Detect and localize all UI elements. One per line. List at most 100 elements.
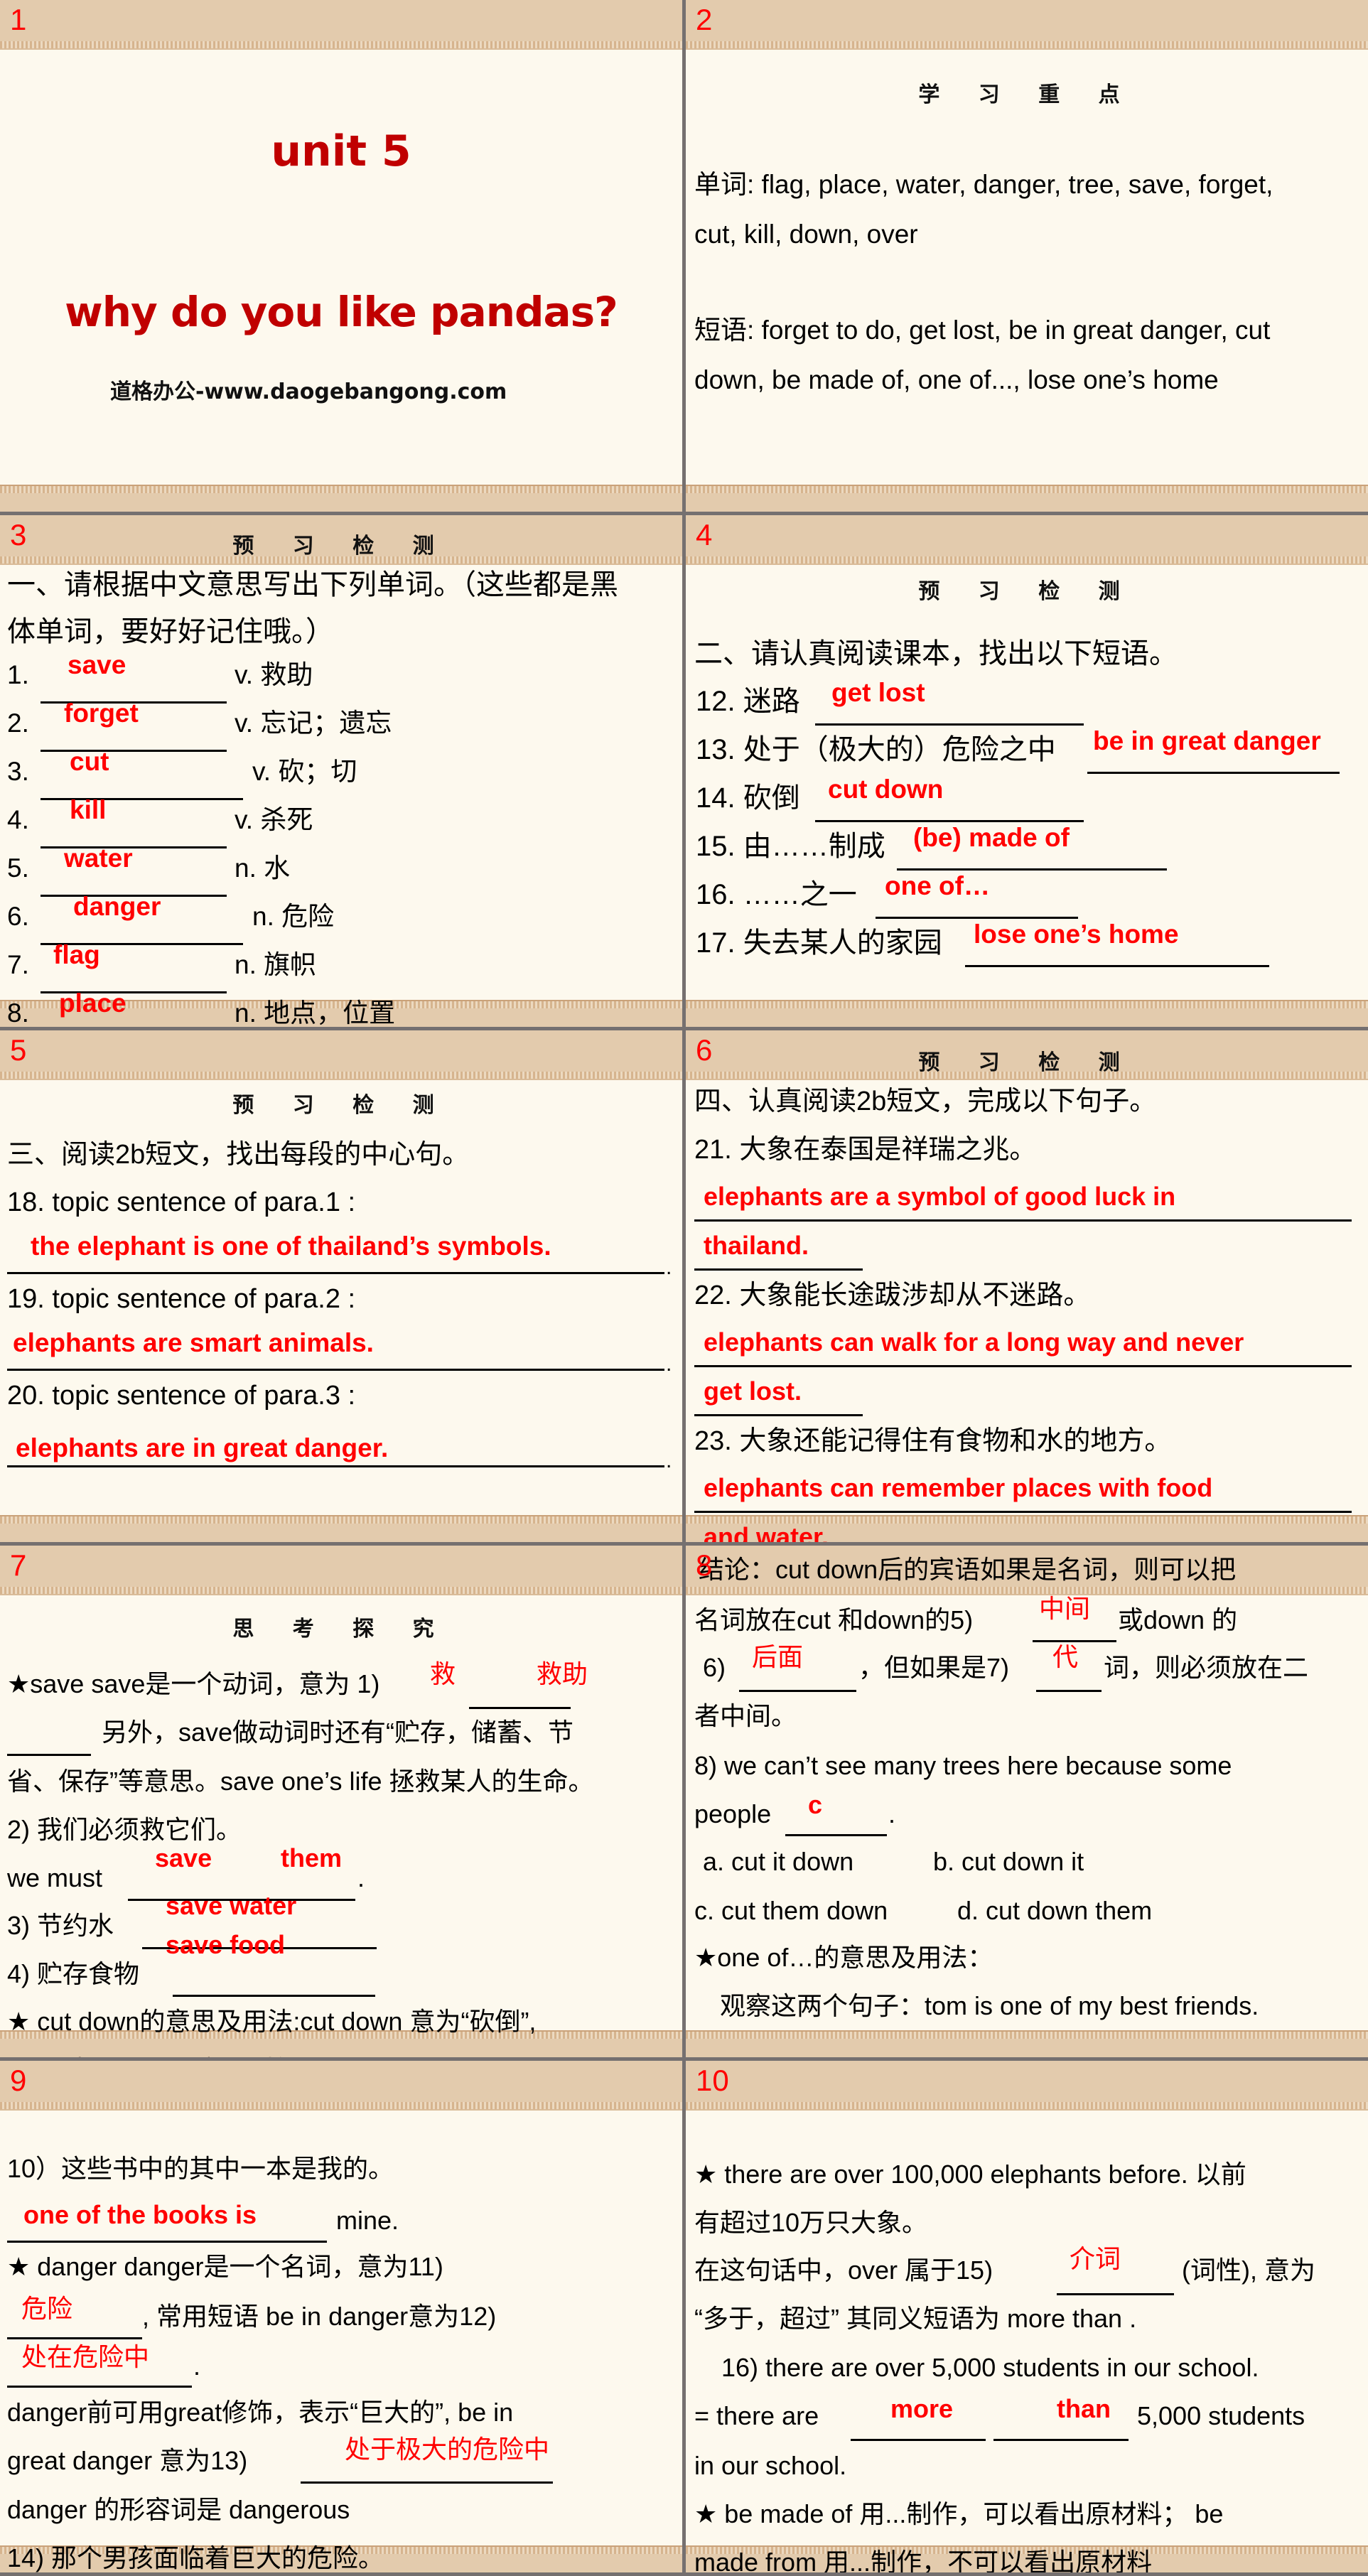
question-16-line: 16) there are over 5,000 students in our…	[721, 2353, 1259, 2382]
conclusion-line-1: 结论：cut down后的宾语如果是名词，则可以把	[699, 1555, 1237, 1584]
phrase-prompt: 14. 砍倒	[696, 782, 800, 814]
slide-4[interactable]: 4 预 习 检 测 二、请认真阅读课本，找出以下短语。 12. 迷路 get lo…	[686, 515, 1368, 1027]
unit-title: unit 5	[271, 126, 411, 176]
item-number: 1.	[7, 660, 29, 689]
top-band	[0, 1030, 682, 1080]
slide-heading: 预 习 检 测	[918, 1050, 1136, 1075]
blank-1b[interactable]	[7, 1754, 91, 1756]
answer-blank[interactable]	[694, 1268, 863, 1271]
great-danger-line-1: danger前可用great修饰，表示“巨大的”, be in	[7, 2398, 514, 2427]
answer-blank[interactable]	[7, 1272, 664, 1274]
slide-heading: 预 习 检 测	[232, 534, 450, 559]
slide-9[interactable]: 9 10）这些书中的其中一本是我的。 one of the books is m…	[0, 2061, 682, 2572]
slide-heading: 学 习 重 点	[918, 82, 1136, 107]
answer-2a: save	[155, 1843, 212, 1872]
topic-prompt: 18. topic sentence of para.1 :	[7, 1187, 356, 1217]
meaning: n. 危险	[252, 902, 335, 931]
slide-number: 9	[10, 2064, 27, 2097]
slide-number: 7	[10, 1548, 27, 1582]
answer-blank[interactable]	[41, 750, 227, 752]
answer-line-2: thailand.	[704, 1231, 809, 1260]
answer-blank[interactable]	[694, 1219, 1352, 1222]
option-b[interactable]: b. cut down it	[933, 1848, 1084, 1876]
conclusion-line-2a: 名词放在cut 和down的5)	[694, 1605, 974, 1634]
cut-down-line-1: ★ cut down的意思及用法:cut down 意为“砍倒”,	[7, 2007, 537, 2036]
made-of-line-2: made from 用...制作，不可以看出原材料	[694, 2548, 1153, 2572]
slide-1[interactable]: 1 unit 5 why do you like pandas? 道格办公-ww…	[0, 0, 682, 512]
blank-16a[interactable]	[851, 2439, 986, 2441]
period: .	[666, 1449, 672, 1472]
blank-4[interactable]	[173, 1995, 375, 1997]
slide-number: 4	[696, 518, 713, 551]
answer-5: 中间	[1039, 1595, 1091, 1624]
answer: water	[64, 844, 133, 873]
topic-prompt: 19. topic sentence of para.2 :	[7, 1284, 356, 1314]
danger-definition: ★ danger danger是一个名词，意为11)	[7, 2252, 443, 2281]
key-words-line-1: 单词: flag, place, water, danger, tree, sa…	[694, 170, 1273, 199]
answer-blank[interactable]	[7, 1369, 664, 1371]
website-footer[interactable]: 道格办公-www.daogebangong.com	[110, 380, 507, 404]
answer-line-2: get lost.	[704, 1376, 802, 1406]
answer: flag	[53, 940, 100, 969]
period: .	[666, 1256, 672, 1279]
option-c[interactable]: c. cut them down	[694, 1897, 888, 1925]
answer-blank[interactable]	[815, 820, 1084, 822]
conclusion-line-3a: 6)	[703, 1653, 726, 1682]
blank-12[interactable]	[7, 2386, 192, 2388]
slide-10[interactable]: 10 ★ there are over 100,000 elephants be…	[686, 2061, 1368, 2572]
answer: cut	[70, 747, 109, 776]
blank-6[interactable]	[739, 1690, 856, 1692]
question-2-lead: we must	[7, 1863, 103, 1892]
slide-number: 1	[10, 3, 27, 36]
question-16-line-3: in our school.	[694, 2451, 847, 2480]
blank-15[interactable]	[1057, 2293, 1174, 2295]
question-16-lead: = there are	[694, 2401, 819, 2430]
one-of-example-1: 观察这两个句子：tom is one of my best friends.	[720, 1991, 1259, 2020]
answer-blank[interactable]	[1087, 772, 1340, 774]
answer-blank[interactable]	[876, 917, 1078, 919]
blank-5[interactable]	[1033, 1640, 1116, 1642]
slide-3[interactable]: 3 预 习 检 测 一、请根据中文意思写出下列单词。（这些都是黑 体单词，要好好…	[0, 515, 682, 1027]
slide-number: 10	[696, 2064, 729, 2097]
answer-blank[interactable]	[897, 868, 1167, 871]
answer-4: save food	[166, 1930, 286, 1959]
phrase-answer: get lost	[831, 678, 925, 707]
answer-blank[interactable]	[965, 965, 1269, 967]
slide-8[interactable]: 8 结论：cut down后的宾语如果是名词，则可以把 名词放在cut 和dow…	[686, 1546, 1368, 2057]
answer-1a: 救	[430, 1660, 456, 1689]
synonym-line: “多于，超过” 其同义短语为 more than .	[694, 2304, 1137, 2333]
answer-blank[interactable]	[694, 1511, 1352, 1513]
blank-8[interactable]	[785, 1834, 887, 1836]
sentence-prompt: 22. 大象能长途跋涉却从不迷路。	[694, 1281, 1091, 1310]
bottom-band	[0, 485, 682, 512]
answer-blank[interactable]	[694, 1414, 863, 1416]
blank-7[interactable]	[1036, 1690, 1102, 1692]
answer-1b: 救助	[537, 1660, 588, 1689]
slide-number: 2	[696, 3, 713, 36]
phrase-answer: one of…	[885, 871, 990, 900]
over-line-1: ★ there are over 100,000 elephants befor…	[694, 2160, 1246, 2189]
slide-7[interactable]: 7 思 考 探 究 ★save save是一个动词，意为 1) 救 救助 另外，…	[0, 1546, 682, 2057]
blank-11[interactable]	[7, 2337, 142, 2339]
slide-5[interactable]: 5 预 习 检 测 三、阅读2b短文，找出每段的中心句。 18. topic s…	[0, 1030, 682, 1542]
top-band	[0, 0, 682, 50]
blank-13[interactable]	[301, 2481, 553, 2484]
blank-10[interactable]	[7, 2241, 327, 2243]
blank-1[interactable]	[469, 1707, 571, 1709]
answer-blank[interactable]	[694, 1365, 1352, 1367]
blank-16b[interactable]	[993, 2439, 1129, 2441]
phrase-prompt: 15. 由……制成	[696, 831, 885, 862]
key-phrases-line-1: 短语: forget to do, get lost, be in great …	[694, 316, 1271, 345]
answer-blank[interactable]	[7, 1465, 664, 1467]
phrase-prompt: 17. 失去某人的家园	[696, 927, 942, 959]
meaning: n. 地点，位置	[235, 998, 396, 1027]
instruction: 二、请认真阅读课本，找出以下短语。	[694, 638, 1178, 669]
option-a[interactable]: a. cut it down	[703, 1848, 853, 1876]
sentence-prompt: 21. 大象在泰国是祥瑞之兆。	[694, 1135, 1037, 1165]
option-d[interactable]: d. cut down them	[957, 1897, 1152, 1925]
slide-2[interactable]: 2 学 习 重 点 单词: flag, place, water, danger…	[686, 0, 1368, 512]
question-8-line-1: 8) we can’t see many trees here because …	[694, 1751, 1232, 1780]
phrase-answer: cut down	[828, 775, 944, 804]
slide-6[interactable]: 6 预 习 检 测 四、认真阅读2b短文，完成以下句子。 21. 大象在泰国是祥…	[686, 1030, 1368, 1542]
answer-blank[interactable]	[815, 723, 1084, 726]
